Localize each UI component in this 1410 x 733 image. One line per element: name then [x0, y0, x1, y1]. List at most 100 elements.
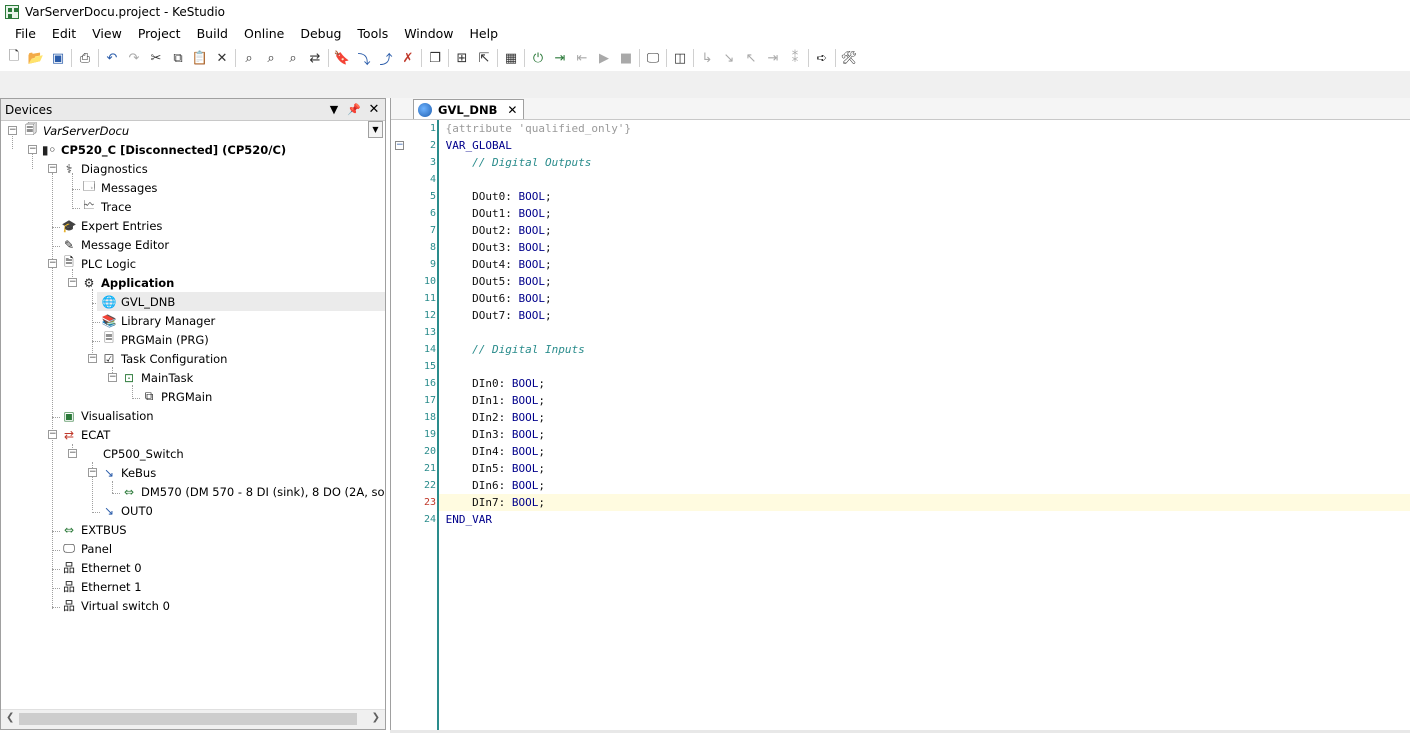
clipboard-icon[interactable]: ❐	[424, 47, 446, 69]
start-icon[interactable]: ⇤	[571, 47, 593, 69]
paste-icon[interactable]: 📋	[189, 47, 211, 69]
print-icon[interactable]: ⎙	[74, 47, 96, 69]
code-line[interactable]: // Digital Inputs	[439, 341, 1410, 358]
tree-item-diagnostics[interactable]: − ⚕ Diagnostics	[1, 159, 148, 178]
code-line[interactable]: DIn1: BOOL;	[439, 392, 1410, 409]
find-next-icon[interactable]: ⌕	[260, 47, 282, 69]
prev-bookmark-icon[interactable]: ⤴	[375, 47, 397, 69]
panel-dropdown-icon[interactable]: ▼	[326, 101, 342, 117]
collapse-icon[interactable]: −	[88, 468, 97, 477]
tree-item-prgmain-call[interactable]: ⧉ PRGMain	[1, 387, 213, 406]
tree-item-task-configuration[interactable]: − ☑ Task Configuration	[1, 349, 227, 368]
scroll-right-icon[interactable]: ❯	[372, 712, 380, 723]
code-line[interactable]: VAR_GLOBAL	[439, 137, 1410, 154]
find-prev-icon[interactable]: ⌕	[282, 47, 304, 69]
breakpoint-icon[interactable]: ⁑	[784, 47, 806, 69]
cut-icon[interactable]: ✂	[145, 47, 167, 69]
tree-item-dm570[interactable]: ⇔ DM570 (DM 570 - 8 DI (sink), 8 DO (2A,…	[1, 482, 385, 501]
collapse-icon[interactable]: −	[68, 278, 77, 287]
new-icon[interactable]: 🗋	[3, 47, 25, 69]
tree-item-virtual-switch-0[interactable]: 品 Virtual switch 0	[1, 596, 170, 615]
copy-icon[interactable]: ⧉	[167, 47, 189, 69]
clear-bookmark-icon[interactable]: ✗	[397, 47, 419, 69]
code-line[interactable]: DOut3: BOOL;	[439, 239, 1410, 256]
goto-icon[interactable]: ➪	[811, 47, 833, 69]
tools-icon[interactable]: 🛠	[838, 47, 860, 69]
collapse-icon[interactable]: −	[68, 449, 77, 458]
code-line[interactable]: // Digital Outputs	[439, 154, 1410, 171]
step-out-icon[interactable]: ↖	[740, 47, 762, 69]
tree-item-gvl-dnb[interactable]: 🌐 GVL_DNB	[97, 292, 385, 311]
menu-edit[interactable]: Edit	[44, 23, 84, 45]
tree-item-ethernet-1[interactable]: 品 Ethernet 1	[1, 577, 142, 596]
close-tab-icon[interactable]: ✕	[507, 103, 517, 117]
tree-item-maintask[interactable]: − ⊡ MainTask	[1, 368, 193, 387]
tree-item-trace[interactable]: 🗠 Trace	[1, 197, 132, 216]
code-line[interactable]: DIn4: BOOL;	[439, 443, 1410, 460]
add-object-icon[interactable]: ⊞	[451, 47, 473, 69]
menu-view[interactable]: View	[84, 23, 130, 45]
tree-item-ethernet-0[interactable]: 品 Ethernet 0	[1, 558, 142, 577]
code-line[interactable]: END_VAR	[439, 511, 1410, 528]
step-into-icon[interactable]: ↘	[718, 47, 740, 69]
tree-item-prgmain-prg[interactable]: 🗏 PRGMain (PRG)	[1, 330, 209, 349]
menu-window[interactable]: Window	[396, 23, 461, 45]
collapse-icon[interactable]: −	[88, 354, 97, 363]
stop-icon[interactable]: ■	[615, 47, 637, 69]
code-line[interactable]: {attribute 'qualified_only'}	[439, 120, 1410, 137]
tab-gvl-dnb[interactable]: GVL_DNB ✕	[413, 99, 525, 119]
tree-item-visualisation[interactable]: ▣ Visualisation	[1, 406, 153, 425]
collapse-icon[interactable]: −	[8, 126, 17, 135]
step-over-icon[interactable]: ↳	[696, 47, 718, 69]
run-to-cursor-icon[interactable]: ⇥	[762, 47, 784, 69]
scrollbar-thumb[interactable]	[19, 713, 357, 725]
menu-tools[interactable]: Tools	[349, 23, 396, 45]
open-icon[interactable]: 📂	[25, 47, 47, 69]
tree-item-message-editor[interactable]: ✎ Message Editor	[1, 235, 169, 254]
bookmark-icon[interactable]: 🔖	[331, 47, 353, 69]
menu-project[interactable]: Project	[130, 23, 189, 45]
menu-online[interactable]: Online	[236, 23, 292, 45]
code-line[interactable]: DOut4: BOOL;	[439, 256, 1410, 273]
tree-item-library-manager[interactable]: 📚 Library Manager	[1, 311, 216, 330]
tree-item-cp500-switch[interactable]: − CP500_Switch	[1, 444, 184, 463]
tree-item-panel[interactable]: 🖵 Panel	[1, 539, 112, 558]
tree-item-messages[interactable]: 🗔 Messages	[1, 178, 157, 197]
code-line[interactable]: DIn2: BOOL;	[439, 409, 1410, 426]
save-icon[interactable]: ▣	[47, 47, 69, 69]
code-line[interactable]	[439, 324, 1410, 341]
chevron-down-icon[interactable]: ▼	[368, 121, 383, 138]
code-line[interactable]: DIn7: BOOL;	[439, 494, 1410, 511]
delete-icon[interactable]: ✕	[211, 47, 233, 69]
code-line[interactable]: DOut0: BOOL;	[439, 188, 1410, 205]
watch-icon[interactable]: ◫	[669, 47, 691, 69]
replace-icon[interactable]: ⇄	[304, 47, 326, 69]
tree-item-expert-entries[interactable]: 🎓 Expert Entries	[1, 216, 163, 235]
scroll-left-icon[interactable]: ❮	[6, 712, 14, 723]
undo-icon[interactable]: ↶	[101, 47, 123, 69]
tree-item-cp520[interactable]: − ▮◦ CP520_C [Disconnected] (CP520/C)	[1, 140, 286, 159]
tree-item-application[interactable]: − ⚙ Application	[1, 273, 174, 292]
code-line[interactable]: DIn5: BOOL;	[439, 460, 1410, 477]
fold-collapse-icon[interactable]: −	[395, 141, 404, 150]
pin-icon[interactable]: 📌	[346, 101, 362, 117]
code-line[interactable]: DOut7: BOOL;	[439, 307, 1410, 324]
tree-item-ecat[interactable]: − ⇄ ECAT	[1, 425, 110, 444]
code-area[interactable]: {attribute 'qualified_only'} VAR_GLOBAL …	[439, 120, 1410, 730]
run-icon[interactable]: ▶	[593, 47, 615, 69]
tree-item-extbus[interactable]: ⇔ EXTBUS	[1, 520, 127, 539]
find-icon[interactable]: ⌕	[238, 47, 260, 69]
code-line[interactable]	[439, 171, 1410, 188]
code-line[interactable]	[439, 358, 1410, 375]
monitor-icon[interactable]: 🖵	[642, 47, 664, 69]
logout-icon[interactable]: ⇥	[549, 47, 571, 69]
menu-debug[interactable]: Debug	[292, 23, 349, 45]
code-line[interactable]: DOut1: BOOL;	[439, 205, 1410, 222]
collapse-icon[interactable]: −	[48, 164, 57, 173]
collapse-icon[interactable]: −	[28, 145, 37, 154]
menu-file[interactable]: File	[7, 23, 44, 45]
tree-item-plc-logic[interactable]: − 🗎 PLC Logic	[1, 254, 136, 273]
code-line[interactable]: DIn6: BOOL;	[439, 477, 1410, 494]
code-line[interactable]: DIn0: BOOL;	[439, 375, 1410, 392]
menu-help[interactable]: Help	[462, 23, 507, 45]
